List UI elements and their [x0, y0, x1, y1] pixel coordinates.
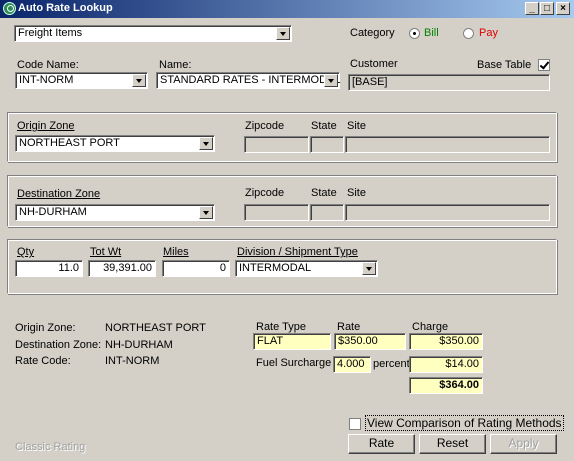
item-type-dropdown[interactable]: Freight Items — [14, 25, 292, 42]
view-comparison-label[interactable]: View Comparison of Rating Methods — [365, 415, 564, 431]
item-type-value: Freight Items — [18, 27, 83, 39]
origin-zipcode-label: Zipcode — [245, 120, 285, 132]
destination-zipcode-label: Zipcode — [245, 187, 285, 199]
base-table-label: Base Table — [477, 59, 532, 71]
destination-site-label: Site — [347, 187, 366, 199]
classic-rating-label: Classic Rating — [15, 441, 86, 453]
bill-label: Bill — [424, 27, 439, 39]
maximize-icon[interactable]: □ — [540, 2, 554, 15]
pay-label: Pay — [479, 27, 498, 39]
summary-destination-value: NH-DURHAM — [105, 339, 173, 351]
percent-label: percent — [373, 358, 410, 370]
division-value: INTERMODAL — [239, 262, 312, 274]
apply-button[interactable]: Apply — [490, 434, 557, 454]
qty-field[interactable]: 11.0 — [15, 260, 83, 277]
destination-state-label: State — [311, 187, 337, 199]
minimize-icon[interactable]: _ — [525, 2, 539, 15]
chevron-down-icon[interactable] — [199, 206, 213, 219]
rate-button[interactable]: Rate — [348, 434, 415, 454]
rate-field[interactable]: $350.00 — [334, 333, 406, 350]
destination-zone-value: NH-DURHAM — [19, 206, 87, 218]
destination-zone-label: Destination Zone — [17, 188, 101, 200]
fuel-charge-field[interactable]: $14.00 — [409, 356, 483, 373]
rate-type-header: Rate Type — [256, 321, 306, 333]
app-icon — [3, 2, 16, 15]
name-value: STANDARD RATES - INTERMODAL — [160, 74, 341, 86]
chevron-down-icon[interactable] — [324, 74, 338, 87]
summary-destination-label: Destination Zone: — [15, 339, 102, 351]
chevron-down-icon[interactable] — [276, 27, 290, 40]
summary-origin-value: NORTHEAST PORT — [105, 322, 206, 334]
miles-field[interactable]: 0 — [162, 260, 230, 277]
charge-header: Charge — [412, 321, 449, 333]
origin-site-field[interactable] — [345, 136, 550, 153]
totwt-field[interactable]: 39,391.00 — [88, 260, 156, 277]
code-name-dropdown[interactable]: INT-NORM — [15, 72, 148, 89]
fuel-surcharge-label: Fuel Surcharge — [256, 357, 332, 369]
code-name-value: INT-NORM — [19, 74, 74, 86]
base-table-checkbox[interactable] — [538, 59, 550, 71]
fuel-surcharge-field[interactable]: 4.000 — [333, 356, 371, 373]
pay-radio[interactable] — [463, 28, 474, 39]
division-label: Division / Shipment Type — [237, 246, 358, 258]
destination-zone-dropdown[interactable]: NH-DURHAM — [15, 204, 215, 221]
reset-button[interactable]: Reset — [419, 434, 486, 454]
origin-zone-dropdown[interactable]: NORTHEAST PORT — [15, 135, 215, 152]
division-dropdown[interactable]: INTERMODAL — [235, 260, 378, 277]
summary-origin-label: Origin Zone: — [15, 322, 76, 334]
origin-zone-label: Origin Zone — [17, 120, 75, 132]
charge-field[interactable]: $350.00 — [409, 333, 483, 350]
name-dropdown[interactable]: STANDARD RATES - INTERMODAL — [156, 72, 341, 89]
origin-state-field[interactable] — [310, 136, 344, 153]
name-label: Name: — [159, 59, 192, 71]
qty-label: Qty — [17, 246, 35, 258]
view-comparison-checkbox[interactable] — [349, 418, 361, 430]
bill-radio[interactable] — [409, 28, 420, 39]
total-charge-field[interactable]: $364.00 — [409, 377, 483, 394]
origin-site-label: Site — [347, 120, 366, 132]
window-title: Auto Rate Lookup — [18, 2, 113, 14]
rate-type-field[interactable]: FLAT — [253, 333, 331, 350]
chevron-down-icon[interactable] — [362, 262, 376, 275]
customer-field[interactable]: [BASE] — [348, 74, 550, 91]
customer-label: Customer — [350, 58, 398, 70]
origin-zone-value: NORTHEAST PORT — [19, 137, 120, 149]
summary-rate-code-value: INT-NORM — [105, 355, 160, 367]
origin-zipcode-field[interactable] — [244, 136, 309, 153]
chevron-down-icon[interactable] — [132, 74, 146, 87]
rate-header: Rate — [337, 321, 361, 333]
totwt-label: Tot Wt — [90, 246, 122, 258]
miles-label: Miles — [163, 246, 189, 258]
code-name-label: Code Name: — [17, 59, 79, 71]
destination-site-field[interactable] — [345, 204, 550, 221]
close-icon[interactable]: × — [556, 2, 570, 15]
destination-zipcode-field[interactable] — [244, 204, 309, 221]
title-bar: Auto Rate Lookup _ □ × — [0, 0, 574, 18]
chevron-down-icon[interactable] — [199, 137, 213, 150]
destination-state-field[interactable] — [310, 204, 344, 221]
summary-rate-code-label: Rate Code: — [15, 355, 71, 367]
category-label: Category — [350, 27, 395, 39]
origin-state-label: State — [311, 120, 337, 132]
